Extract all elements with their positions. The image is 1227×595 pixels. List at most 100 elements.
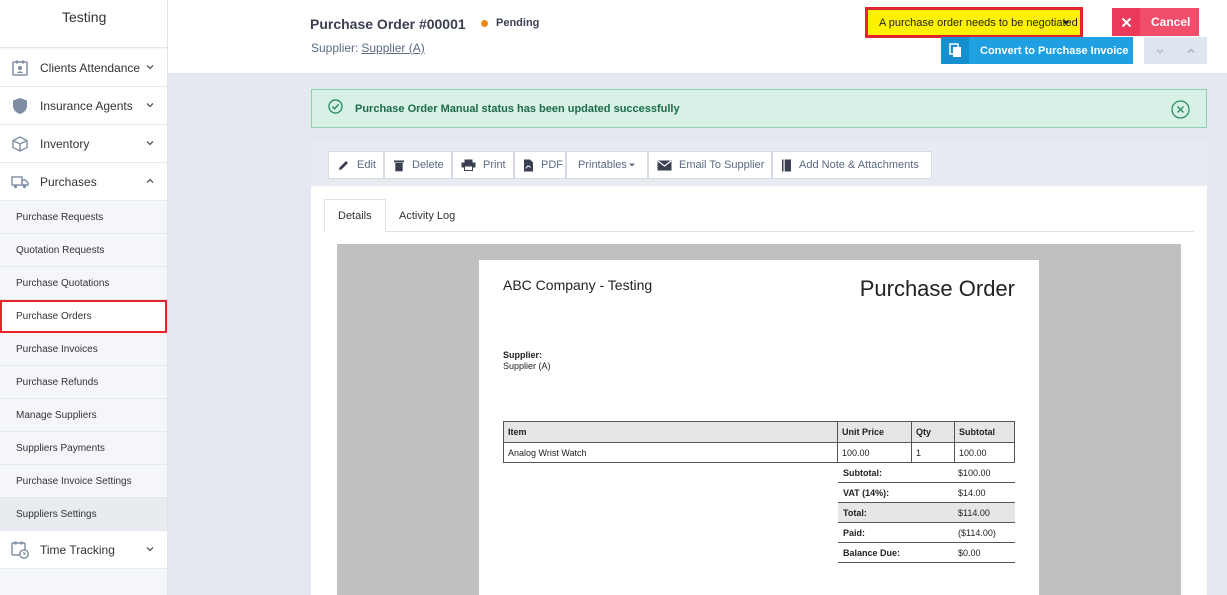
convert-label: Convert to Purchase Invoice	[980, 44, 1129, 57]
sidebar-subitem-purchase-orders[interactable]: Purchase Orders	[0, 300, 167, 333]
sidebar-item-insurance-agents[interactable]: Insurance Agents	[0, 87, 167, 125]
sidebar-subitem-suppliers-settings[interactable]: Suppliers Settings	[0, 498, 167, 531]
success-alert: Purchase Order Manual status has been up…	[311, 89, 1207, 128]
action-toolbar: Edit Delete Print PDF Printables Email T…	[311, 142, 1207, 186]
company-name: ABC Company - Testing	[503, 277, 653, 293]
printables-dropdown[interactable]: Printables	[566, 151, 648, 179]
table-cell: 100.00	[837, 442, 912, 463]
sidebar-subitem-manage-suppliers[interactable]: Manage Suppliers	[0, 399, 167, 432]
totals-label: VAT (14%):	[843, 487, 890, 498]
totals-value: ($114.00)	[958, 527, 996, 538]
sidebar: Testing Clients Attendance Insurance Age…	[0, 0, 168, 595]
totals-row: Balance Due: $0.00	[838, 543, 1015, 563]
envelope-icon	[657, 160, 672, 170]
totals-value: $14.00	[958, 487, 986, 498]
totals-row: Paid: ($114.00)	[838, 523, 1015, 543]
sidebar-subitem-purchase-refunds[interactable]: Purchase Refunds	[0, 366, 167, 399]
tab-activity-log[interactable]: Activity Log	[386, 199, 468, 232]
supplier-link[interactable]: Supplier (A)	[361, 41, 424, 55]
totals-value: $0.00	[958, 547, 981, 558]
sidebar-subitem-purchase-invoice-settings[interactable]: Purchase Invoice Settings	[0, 465, 167, 498]
totals-label: Balance Due:	[843, 547, 901, 558]
printables-label: Printables	[578, 159, 627, 171]
sidebar-subitem-purchase-invoices[interactable]: Purchase Invoices	[0, 333, 167, 366]
note-label: Add Note & Attachments	[799, 159, 919, 171]
chevron-down-icon	[146, 103, 154, 108]
box-icon	[11, 135, 29, 153]
totals-label: Subtotal:	[843, 467, 882, 478]
totals-row: VAT (14%): $14.00	[838, 483, 1015, 503]
sidebar-item-label: Clients Attendance	[40, 60, 141, 75]
table-cell: 100.00	[954, 442, 1015, 463]
close-alert-icon[interactable]	[1171, 100, 1190, 124]
cancel-label: Cancel	[1151, 15, 1191, 29]
alert-message: Purchase Order Manual status has been up…	[355, 102, 680, 115]
shield-icon	[11, 97, 29, 115]
chevron-down-icon	[146, 547, 154, 552]
convert-to-invoice-button[interactable]: Convert to Purchase Invoice	[941, 37, 1133, 64]
sidebar-item-purchases[interactable]: Purchases	[0, 163, 167, 201]
pdf-file-icon	[524, 159, 533, 171]
copy-document-icon	[941, 37, 969, 64]
document-preview: ABC Company - Testing Purchase Order Sup…	[337, 244, 1181, 595]
record-navigation	[1144, 37, 1207, 64]
trash-icon	[394, 160, 404, 171]
close-icon	[1112, 8, 1140, 36]
caret-down-icon	[628, 163, 635, 167]
edit-label: Edit	[357, 159, 376, 171]
previous-record-button[interactable]	[1144, 37, 1175, 64]
tab-bar: Details Activity Log	[324, 199, 1194, 232]
page-title: Purchase Order #00001	[310, 16, 466, 32]
delete-label: Delete	[412, 159, 444, 171]
column-header: Qty	[911, 421, 955, 443]
cancel-button[interactable]: Cancel	[1112, 8, 1199, 36]
column-header: Subtotal	[954, 421, 1015, 443]
truck-icon	[11, 173, 29, 191]
totals-block: Subtotal: $100.00 VAT (14%): $14.00 Tota…	[838, 463, 1015, 563]
next-record-button[interactable]	[1175, 37, 1206, 64]
check-circle-icon	[328, 98, 343, 119]
sidebar-item-clients-attendance[interactable]: Clients Attendance	[0, 49, 167, 87]
main-panel: Edit Delete Print PDF Printables Email T…	[311, 142, 1207, 595]
totals-label: Paid:	[843, 527, 866, 538]
status-dot	[481, 20, 488, 27]
sidebar-subitem-purchase-quotations[interactable]: Purchase Quotations	[0, 267, 167, 300]
supplier-label: Supplier:	[311, 41, 359, 55]
add-note-button[interactable]: Add Note & Attachments	[772, 151, 932, 179]
table-cell: 1	[911, 442, 955, 463]
pdf-button[interactable]: PDF	[514, 151, 566, 179]
print-button[interactable]: Print	[452, 151, 514, 179]
chevron-down-icon	[146, 141, 154, 146]
email-supplier-button[interactable]: Email To Supplier	[648, 151, 772, 179]
calendar-user-icon	[11, 59, 29, 77]
notebook-icon	[782, 159, 791, 171]
printer-icon	[461, 159, 476, 171]
chevron-down-icon	[1156, 48, 1163, 53]
document-title: Purchase Order	[859, 276, 1015, 301]
totals-value: $100.00	[958, 467, 991, 478]
chevron-up-icon	[146, 178, 154, 183]
table-header-row: Item Unit Price Qty Subtotal	[503, 421, 1015, 443]
column-header: Unit Price	[837, 421, 912, 443]
email-label: Email To Supplier	[679, 159, 765, 171]
edit-button[interactable]: Edit	[328, 151, 384, 179]
sidebar-subitem-suppliers-payments[interactable]: Suppliers Payments	[0, 432, 167, 465]
tab-details[interactable]: Details	[324, 199, 386, 232]
sidebar-subitem-quotation-requests[interactable]: Quotation Requests	[0, 234, 167, 267]
sidebar-item-inventory[interactable]: Inventory	[0, 125, 167, 163]
pdf-label: PDF	[541, 159, 563, 171]
document-supplier-value: Supplier (A)	[503, 361, 551, 371]
manual-status-value: A purchase order needs to be negotiated	[879, 16, 1078, 29]
delete-button[interactable]: Delete	[384, 151, 452, 179]
sidebar-subitem-purchase-requests[interactable]: Purchase Requests	[0, 201, 167, 234]
calendar-clock-icon	[11, 541, 29, 559]
sidebar-item-label: Time Tracking	[40, 542, 115, 557]
print-label: Print	[483, 159, 506, 171]
sidebar-item-time-tracking[interactable]: Time Tracking	[0, 531, 167, 569]
table-row: Analog Wrist Watch 100.00 1 100.00	[503, 442, 1015, 463]
totals-row: Total: $114.00	[838, 503, 1015, 523]
sidebar-item-label: Insurance Agents	[40, 98, 133, 113]
items-table: Item Unit Price Qty Subtotal Analog Wris…	[503, 421, 1015, 463]
manual-status-dropdown[interactable]: A purchase order needs to be negotiated	[865, 7, 1083, 38]
brand-name: Testing	[0, 0, 167, 48]
